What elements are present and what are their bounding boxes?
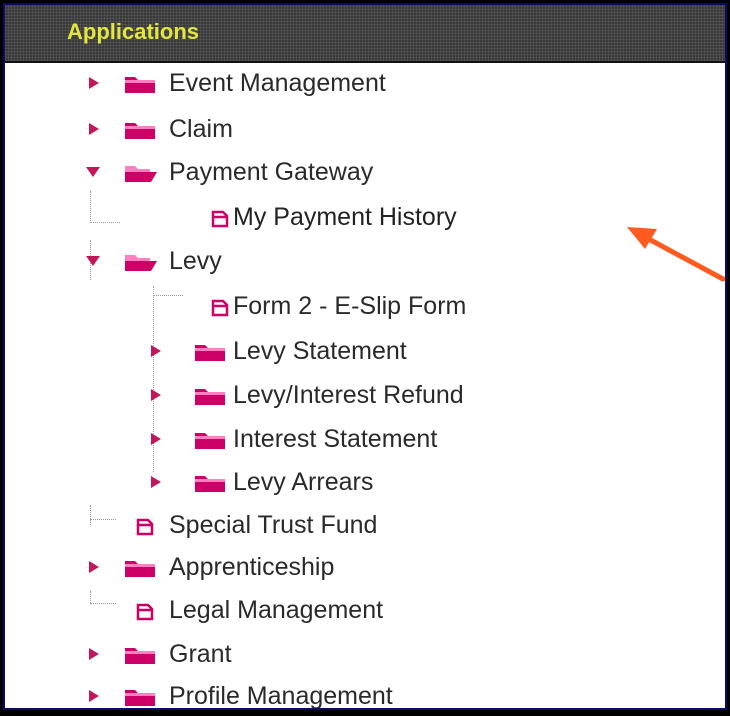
annotation-arrow-icon xyxy=(627,227,725,282)
applications-panel: Applications Event Management Claim Paym… xyxy=(3,3,727,710)
